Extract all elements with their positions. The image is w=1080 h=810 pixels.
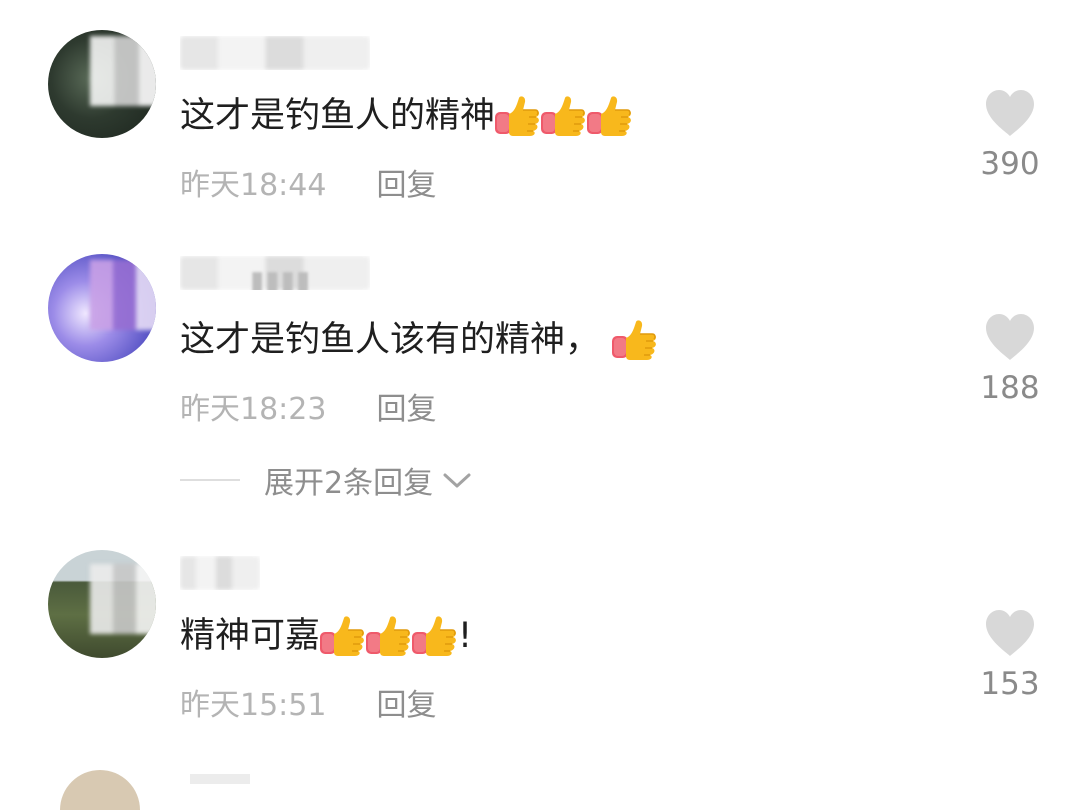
like-button[interactable]: 390 [970, 88, 1050, 182]
comment-meta: 昨天15:51 回复 [180, 680, 436, 724]
comment-suffix: ! [458, 616, 473, 656]
reply-button[interactable]: 回复 [376, 392, 436, 427]
reply-button[interactable]: 回复 [376, 688, 436, 723]
like-button[interactable]: 188 [970, 312, 1050, 406]
username-blurred[interactable] [180, 36, 370, 70]
like-count: 188 [980, 370, 1040, 406]
like-button[interactable]: 153 [970, 608, 1050, 702]
comment-content: 精神可嘉 [180, 616, 321, 656]
reply-button[interactable]: 回复 [376, 168, 436, 203]
comment-meta: 昨天18:44 回复 [180, 160, 436, 204]
heart-icon [982, 608, 1038, 658]
heart-icon [982, 312, 1038, 362]
like-count: 153 [980, 666, 1040, 702]
avatar[interactable] [48, 30, 156, 138]
comment-time: 昨天18:23 [180, 392, 327, 427]
comment-content: 这才是钓鱼人该有的精神， [180, 320, 601, 360]
thumbs-up-icon [539, 94, 587, 138]
heart-icon [982, 88, 1038, 138]
comment-time: 昨天18:44 [180, 168, 327, 203]
thumbs-up-icon [493, 94, 541, 138]
expand-replies-label: 展开2条回复 [264, 466, 434, 501]
comment-text: 这才是钓鱼人的精神 [180, 94, 633, 138]
comment-text: 精神可嘉 ! [180, 614, 472, 658]
avatar[interactable] [60, 770, 140, 810]
username-blurred[interactable]: ▮▮▮▮ [180, 256, 370, 290]
avatar[interactable] [48, 550, 156, 658]
comment-content: 这才是钓鱼人的精神 [180, 96, 496, 136]
username-blurred[interactable] [190, 774, 250, 784]
chevron-down-icon [443, 473, 471, 488]
like-count: 390 [980, 146, 1040, 182]
expand-replies-button[interactable]: 展开2条回复 [180, 458, 473, 502]
divider-line [180, 479, 240, 481]
username-fragment: ▮▮▮▮ [250, 266, 312, 290]
thumbs-up-icon [410, 614, 458, 658]
avatar[interactable] [48, 254, 156, 362]
thumbs-up-icon [364, 614, 412, 658]
comment-meta: 昨天18:23 回复 [180, 384, 436, 428]
thumbs-up-icon [318, 614, 366, 658]
thumbs-up-icon [585, 94, 633, 138]
username-blurred[interactable] [180, 556, 260, 590]
comment-time: 昨天15:51 [180, 688, 327, 723]
thumbs-up-icon [610, 318, 658, 362]
comment-text: 这才是钓鱼人该有的精神， [180, 318, 658, 362]
